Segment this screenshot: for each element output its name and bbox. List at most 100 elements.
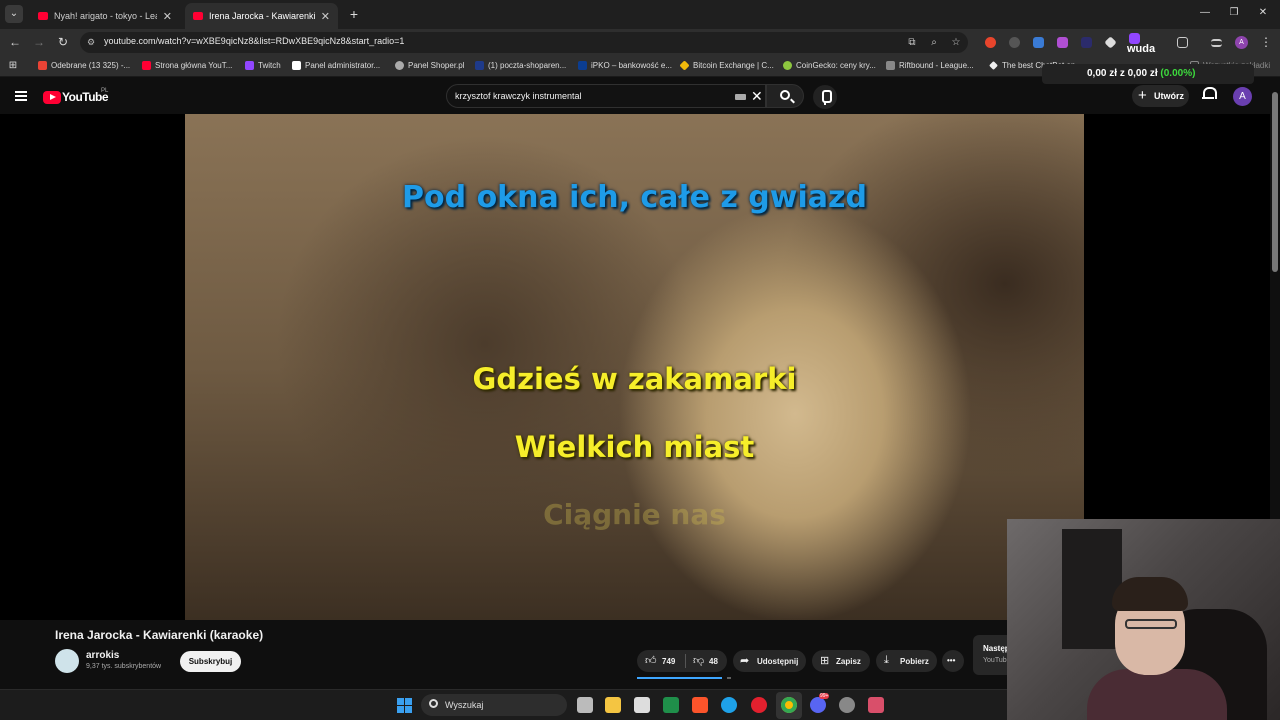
app-icon[interactable]	[663, 697, 679, 713]
close-tab-icon[interactable]: ✕	[321, 10, 330, 23]
extension-icon[interactable]	[1033, 37, 1044, 48]
panel-icon	[292, 61, 301, 70]
reload-icon[interactable]: ↻	[56, 35, 70, 49]
video-frame[interactable]: Pod okna ich, całe z gwiazd Gdzieś w zak…	[185, 114, 1084, 620]
bookmark-gmail[interactable]: Odebrane (13 325) -...	[38, 61, 130, 70]
search-icon	[429, 699, 438, 708]
taskbar-search[interactable]: Wyszukaj	[421, 694, 567, 716]
back-arrow-icon[interactable]: ←	[8, 35, 22, 49]
notifications-bell-icon[interactable]	[1202, 87, 1217, 101]
install-app-icon[interactable]: ⧉	[906, 37, 918, 49]
like-divider	[685, 654, 686, 668]
address-bar[interactable]: ⚙ youtube.com/watch?v=wXBE9qicNz8&list=R…	[80, 32, 968, 53]
task-view-icon[interactable]	[577, 697, 593, 713]
download-button[interactable]: ⤓ Pobierz	[876, 650, 937, 672]
bookmark-youtube[interactable]: Strona główna YouT...	[142, 61, 232, 70]
app-icon[interactable]	[839, 697, 855, 713]
search-button[interactable]	[766, 84, 804, 108]
coingecko-icon	[783, 61, 792, 70]
webcam-person-body	[1087, 669, 1227, 720]
zoom-icon[interactable]: ⌕	[928, 37, 940, 49]
guide-menu-icon[interactable]	[15, 91, 27, 101]
scrollbar-thumb[interactable]	[1272, 92, 1278, 272]
download-icon: ⤓	[884, 654, 889, 666]
video-title: Irena Jarocka - Kawiarenki (karaoke)	[55, 628, 264, 642]
bookmark-poczta[interactable]: (1) poczta-shoparen...	[475, 61, 566, 70]
forward-arrow-icon[interactable]: →	[32, 35, 46, 49]
like-count[interactable]: 749	[662, 657, 675, 666]
close-tab-icon[interactable]: ✕	[163, 10, 172, 23]
bookmark-riftbound[interactable]: Riftbound - League...	[886, 61, 974, 70]
extension-icon[interactable]	[985, 37, 996, 48]
store-icon[interactable]	[634, 697, 650, 713]
bookmark-twitch[interactable]: Twitch	[245, 61, 281, 70]
channel-avatar[interactable]	[55, 649, 79, 673]
bookmark-panel-admin[interactable]: Panel administrator...	[292, 61, 380, 70]
app-icon[interactable]	[868, 697, 884, 713]
youtube-logo-icon[interactable]	[43, 91, 61, 104]
like-thumb-icon[interactable]: 👍︎	[645, 654, 657, 667]
discord-icon[interactable]	[810, 697, 826, 713]
like-ratio-bar	[637, 677, 731, 679]
search-input[interactable]: krzysztof krawczyk instrumental ✕	[446, 84, 766, 108]
extension-icon[interactable]	[1104, 36, 1117, 49]
extensions-puzzle-icon[interactable]	[1177, 37, 1188, 48]
edge-icon[interactable]	[721, 697, 737, 713]
extension-icon[interactable]	[1057, 37, 1068, 48]
create-label: Utwórz	[1154, 91, 1184, 101]
keyboard-icon[interactable]	[735, 94, 746, 100]
taskbar-search-label: Wyszukaj	[445, 700, 484, 710]
webcam-overlay	[1007, 519, 1280, 720]
chrome-icon[interactable]	[781, 697, 797, 713]
tab-search-icon[interactable]: ⌄	[5, 5, 23, 23]
restore-window-button[interactable]: ❐	[1227, 7, 1241, 18]
shoper-icon	[395, 61, 404, 70]
apps-grid-icon[interactable]: ⊞	[6, 59, 20, 73]
webcam-background-door	[1062, 529, 1122, 649]
binance-icon	[679, 60, 690, 71]
clear-search-icon[interactable]: ✕	[751, 88, 763, 105]
share-button[interactable]: ➦ Udostępnij	[733, 650, 806, 672]
close-window-button[interactable]: ✕	[1256, 7, 1270, 18]
crypto-price-text: 0,00 zł z 0,00 zł (0.00%)	[1087, 68, 1196, 79]
webcam-person-glasses	[1125, 619, 1177, 629]
extension-icon[interactable]	[1081, 37, 1092, 48]
bookmark-coingecko[interactable]: CoinGecko: ceny kry...	[783, 61, 876, 70]
file-explorer-icon[interactable]	[605, 697, 621, 713]
lyric-line-upcoming: Ciągnie nas	[543, 498, 726, 531]
bookmark-shoper[interactable]: Panel Shoper.pl	[395, 61, 465, 70]
more-actions-button[interactable]: •••	[942, 650, 964, 672]
save-button[interactable]: ⊞ Zapisz	[812, 650, 870, 672]
plus-icon: +	[1138, 87, 1147, 104]
search-query[interactable]: krzysztof krawczyk instrumental	[455, 91, 582, 101]
channel-name[interactable]: arrokis	[86, 650, 119, 661]
dislike-thumb-icon[interactable]: 👎︎	[693, 654, 704, 667]
brave-icon[interactable]	[692, 697, 708, 713]
address-url[interactable]: youtube.com/watch?v=wXBE9qicNz8&list=RDw…	[104, 36, 404, 46]
voice-search-mic-icon[interactable]	[813, 85, 837, 109]
opera-icon[interactable]	[751, 697, 767, 713]
mail-icon	[475, 61, 484, 70]
bookmark-bitcoin-exchange[interactable]: Bitcoin Exchange | C...	[679, 60, 774, 71]
create-button[interactable]: + Utwórz	[1132, 85, 1189, 107]
browser-menu-icon[interactable]: ⋮	[1259, 35, 1273, 49]
page-scrollbar[interactable]	[1270, 78, 1280, 520]
site-info-icon[interactable]: ⚙	[87, 37, 98, 48]
country-code: PL	[101, 88, 109, 94]
account-avatar[interactable]: A	[1233, 87, 1252, 106]
subscribe-button[interactable]: Subskrybuj	[180, 651, 241, 672]
bookmark-ipko[interactable]: iPKO – bankowość e...	[578, 61, 672, 70]
media-control-icon[interactable]	[1211, 39, 1222, 47]
tab-nyah-arigato[interactable]: Nyah! arigato - tokyo - Leat'eq ✕	[30, 3, 180, 29]
browser-toolbar: ← → ↻ ⚙ youtube.com/watch?v=wXBE9qicNz8&…	[0, 29, 1280, 56]
extension-icon[interactable]	[1009, 37, 1020, 48]
browser-profile-avatar[interactable]: A	[1235, 36, 1248, 49]
windows-start-icon[interactable]	[397, 698, 412, 713]
tab-irena-jarocka[interactable]: Irena Jarocka - Kawiarenki (kara ✕	[185, 3, 338, 29]
dislike-count[interactable]: 48	[709, 657, 718, 666]
new-tab-button[interactable]: +	[346, 5, 362, 23]
bookmark-star-icon[interactable]: ☆	[950, 37, 962, 49]
minimize-window-button[interactable]: —	[1198, 7, 1212, 18]
share-arrow-icon: ➦	[740, 655, 750, 667]
lyric-line-next: Wielkich miast	[514, 430, 755, 464]
